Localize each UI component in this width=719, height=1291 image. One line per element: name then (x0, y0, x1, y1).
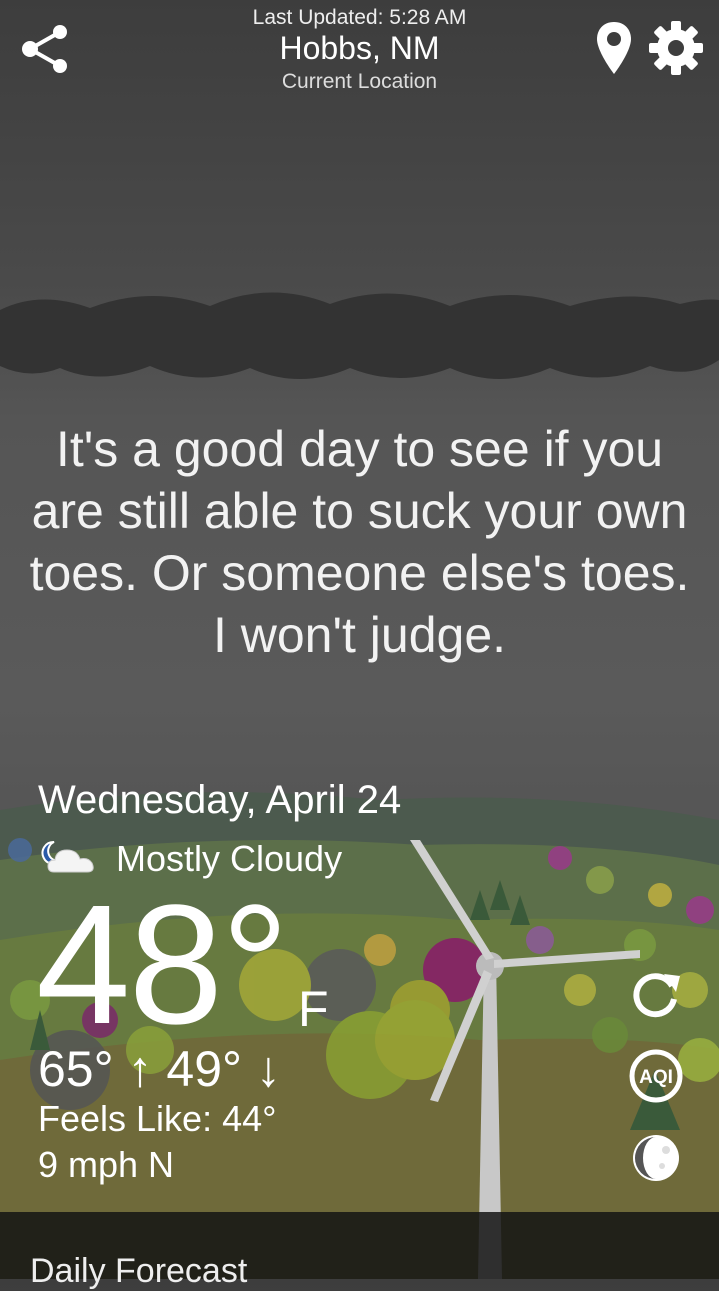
feels-like-temperature: Feels Like: 44° (38, 1098, 277, 1139)
aqi-label: AQI (639, 1067, 673, 1088)
location-pin-icon[interactable] (595, 20, 633, 76)
cloud-band (0, 292, 719, 379)
temperature-unit[interactable]: F (298, 980, 329, 1038)
daily-forecast-title: Daily Forecast (30, 1252, 248, 1290)
refresh-icon[interactable] (628, 966, 684, 1022)
moon-phase-icon[interactable] (628, 1130, 684, 1186)
weather-message: It's a good day to see if you are still … (29, 421, 690, 663)
high-low-temperature: 65° ↑ 49° ↓ (38, 1041, 281, 1097)
current-temperature: 48° (36, 870, 289, 1060)
aqi-button[interactable]: AQI (628, 1048, 684, 1104)
gear-icon[interactable] (648, 20, 704, 76)
header: Last Updated: 5:28 AM Hobbs, NM Current … (0, 0, 719, 110)
date-label: Wednesday, April 24 (38, 778, 402, 822)
wind-speed: 9 mph N (38, 1144, 175, 1185)
